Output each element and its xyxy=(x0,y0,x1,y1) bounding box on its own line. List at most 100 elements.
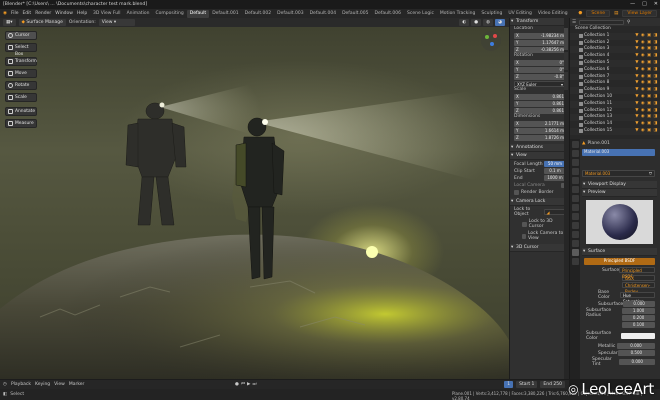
workspace-tab[interactable]: Sculpting xyxy=(478,10,505,18)
close-icon[interactable]: ✕ xyxy=(654,0,658,9)
collection-checkbox[interactable] xyxy=(579,122,583,127)
collection-checkbox[interactable] xyxy=(579,95,583,100)
view-tab[interactable] xyxy=(564,72,568,90)
workspace-tab[interactable]: Scene Logic xyxy=(404,10,437,18)
menu-file[interactable]: File xyxy=(11,11,19,16)
x-axis-icon[interactable] xyxy=(493,34,497,38)
outliner-search-input[interactable] xyxy=(579,19,625,25)
transform-section[interactable]: Transform xyxy=(510,18,569,26)
collection-checkbox[interactable] xyxy=(579,88,583,93)
marker-menu[interactable]: Marker xyxy=(69,382,85,387)
visibility-icons[interactable]: ▼ ◉ ▣ ◨ xyxy=(635,33,658,40)
collection-checkbox[interactable] xyxy=(579,61,583,66)
visibility-icons[interactable]: ▼ ◉ ▣ ◨ xyxy=(635,74,658,81)
properties-tab-icon[interactable] xyxy=(571,159,579,166)
menu-render[interactable]: Render xyxy=(35,11,51,16)
outliner-row[interactable]: Collection 4 ▼ ◉ ▣ ◨ xyxy=(570,53,660,60)
view-menu[interactable]: View xyxy=(54,382,65,387)
workspace-tab[interactable]: Default.006 xyxy=(372,10,404,18)
visibility-icons[interactable]: ▼ ◉ ▣ ◨ xyxy=(635,121,658,128)
overlay-icon[interactable]: ◐ xyxy=(459,19,470,26)
material-datablock-field[interactable]: Material.003 ⛉ xyxy=(582,170,655,177)
properties-tab-icon[interactable] xyxy=(571,168,579,175)
dimensions-y-field[interactable]: Y 1.6614 m xyxy=(514,128,566,134)
rendered-shading-icon[interactable]: ◕ xyxy=(495,19,505,26)
viewport-display-section[interactable]: Viewport Display xyxy=(582,181,657,189)
jump-start-icon[interactable]: ⏮ xyxy=(241,381,245,387)
visibility-icons[interactable]: ▼ ◉ ▣ ◨ xyxy=(635,53,658,60)
rotation-x-field[interactable]: X 0° xyxy=(514,60,566,66)
render-border-checkbox[interactable] xyxy=(514,190,519,195)
properties-tab-icon[interactable] xyxy=(571,195,579,202)
properties-tab-icon[interactable] xyxy=(571,204,579,211)
visibility-icons[interactable]: ▼ ◉ ▣ ◨ xyxy=(635,67,658,74)
base-color-field[interactable]: Hue Saturation xyxy=(619,292,655,304)
view-section[interactable]: View xyxy=(510,152,569,160)
menu-window[interactable]: Window xyxy=(55,11,73,16)
keying-menu[interactable]: Keying xyxy=(35,382,50,387)
jump-end-icon[interactable]: ⏭ xyxy=(252,381,256,387)
clip-end-field[interactable]: 1000 m xyxy=(544,175,566,181)
properties-tab-icon[interactable] xyxy=(571,150,579,157)
tool-scale[interactable]: Scale xyxy=(5,93,37,102)
menu-edit[interactable]: Edit xyxy=(22,11,31,16)
tool-annotate[interactable]: Annotate xyxy=(5,107,37,116)
visibility-icons[interactable]: ▼ ◉ ▣ ◨ xyxy=(635,46,658,53)
3d-cursor-section[interactable]: 3D Cursor xyxy=(510,244,569,252)
visibility-icons[interactable]: ▼ ◉ ▣ ◨ xyxy=(635,87,658,94)
blender-logo-icon[interactable]: ◉ xyxy=(3,11,7,16)
tool-transform[interactable]: Transform xyxy=(5,57,37,66)
subsurface-method-dropdown[interactable]: Christensen-Burley xyxy=(622,282,655,294)
outliner-row[interactable]: Collection 11 ▼ ◉ ▣ ◨ xyxy=(570,100,660,108)
outliner-editor-icon[interactable]: ☰ xyxy=(572,20,576,25)
subsurface-field[interactable]: 0.000 xyxy=(623,301,655,307)
end-frame-field[interactable]: End 250 xyxy=(540,381,565,388)
filter-icon[interactable]: ⚲ xyxy=(627,20,630,25)
properties-tab-icon[interactable] xyxy=(571,186,579,193)
properties-tab-icon[interactable] xyxy=(571,240,579,247)
subsurface-radius-field[interactable]: 0.100 xyxy=(622,322,655,328)
outliner-row[interactable]: Collection 14 ▼ ◉ ▣ ◨ xyxy=(570,121,660,128)
fake-user-icon[interactable]: ⛉ xyxy=(649,171,652,176)
metallic-field[interactable]: 0.000 xyxy=(617,343,655,349)
tool-rotate[interactable]: Rotate xyxy=(5,81,37,90)
outliner-row[interactable]: Collection 1 ▼ ◉ ▣ ◨ xyxy=(570,32,660,40)
camera-lock-section[interactable]: Camera Lock xyxy=(510,198,569,206)
maximize-icon[interactable]: □ xyxy=(642,0,647,9)
scale-x-field[interactable]: X 0.861 xyxy=(514,94,566,100)
properties-tab-icon[interactable] xyxy=(571,213,579,220)
orientation-dropdown[interactable]: View ▾ xyxy=(98,19,135,26)
collection-checkbox[interactable] xyxy=(579,68,583,73)
clip-start-field[interactable]: 0.1 m xyxy=(544,168,566,174)
collection-checkbox[interactable] xyxy=(579,81,583,86)
collection-checkbox[interactable] xyxy=(579,41,583,46)
collection-checkbox[interactable] xyxy=(579,129,583,134)
subsurface-color-swatch[interactable] xyxy=(620,333,655,339)
properties-tab-icon[interactable] xyxy=(571,249,579,256)
properties-tab-icon[interactable] xyxy=(571,231,579,238)
annotations-section[interactable]: Annotations xyxy=(510,144,569,152)
dimensions-x-field[interactable]: X 2.1771 m xyxy=(514,121,566,127)
subsurface-radius-field[interactable]: 0.200 xyxy=(622,315,655,321)
collection-checkbox[interactable] xyxy=(579,34,583,39)
playback-menu[interactable]: Playback xyxy=(11,382,31,387)
distribution-dropdown[interactable]: GGX xyxy=(622,275,655,281)
3d-viewport[interactable]: Cursor Select Box Transform Move Rotate Scale… xyxy=(0,27,509,379)
timeline-editor-icon[interactable]: ◷ xyxy=(3,382,7,387)
z-axis-icon[interactable] xyxy=(490,42,494,46)
lock-object-eyedropper-icon[interactable]: ◢ xyxy=(547,210,550,215)
visibility-icons[interactable]: ▼ ◉ ▣ ◨ xyxy=(635,60,658,67)
mode-selector[interactable]: ◆ Surface Manage xyxy=(18,19,66,26)
outliner-row[interactable]: Collection 5 ▼ ◉ ▣ ◨ xyxy=(570,59,660,67)
surface-section[interactable]: Surface xyxy=(582,248,657,256)
material-slot-row[interactable]: Material.003 xyxy=(582,149,655,156)
tool-select-box[interactable]: Select Box xyxy=(5,43,37,57)
visibility-icons[interactable]: ▼ ◉ ▣ ◨ xyxy=(635,128,658,135)
rotation-y-field[interactable]: Y 0° xyxy=(514,67,566,73)
collection-checkbox[interactable] xyxy=(579,47,583,52)
workspace-tab[interactable]: Default.004 xyxy=(307,10,339,18)
tool-tab[interactable] xyxy=(564,52,568,70)
visibility-icons[interactable]: ▼ ◉ ▣ ◨ xyxy=(635,114,658,121)
outliner-row[interactable]: Collection 9 ▼ ◉ ▣ ◨ xyxy=(570,87,660,94)
lock-to-object-field[interactable]: ◢ xyxy=(543,209,566,215)
